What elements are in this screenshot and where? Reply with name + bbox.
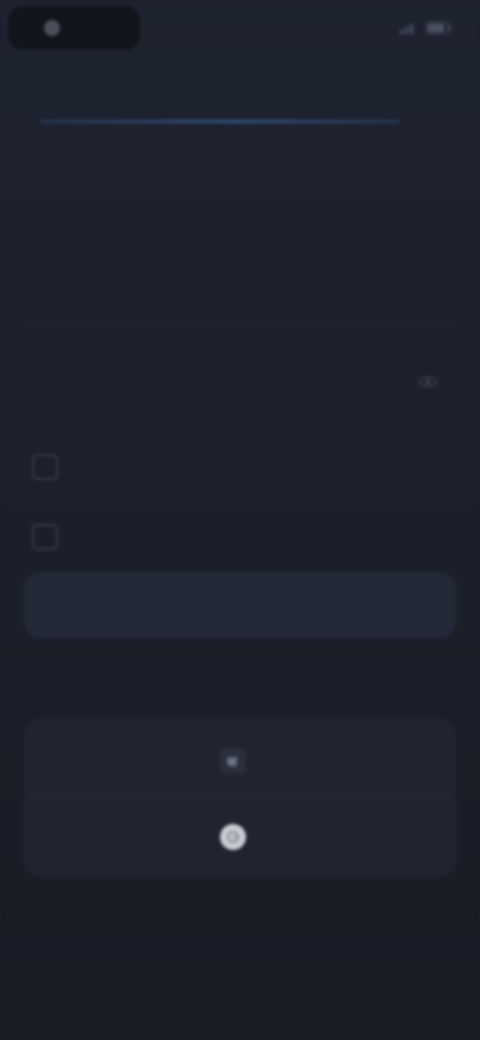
apple-icon (220, 748, 246, 774)
create-account-button[interactable] (24, 572, 456, 638)
social-signin-card (24, 718, 456, 878)
status-bar (0, 0, 480, 56)
username-field (28, 258, 452, 323)
social-divider (24, 796, 456, 797)
eye-icon[interactable] (414, 368, 442, 396)
newsletter-checkbox-row[interactable] (32, 522, 440, 550)
google-signin-button[interactable] (36, 806, 444, 868)
app-logo (8, 6, 140, 50)
signup-screen (0, 0, 480, 1040)
back-link[interactable] (42, 152, 122, 166)
google-icon (220, 824, 246, 850)
logo-icon (44, 20, 60, 36)
battery-icon (426, 22, 451, 34)
terms-checkbox[interactable] (32, 454, 58, 480)
header-progress-bar (40, 120, 400, 123)
apple-signin-button[interactable] (36, 730, 444, 792)
signal-icon (400, 24, 413, 34)
password-input[interactable] (42, 368, 406, 390)
newsletter-checkbox[interactable] (32, 524, 58, 550)
password-field (28, 350, 452, 415)
terms-checkbox-row[interactable] (32, 452, 440, 480)
status-indicators (392, 22, 452, 34)
username-input[interactable] (42, 276, 406, 298)
